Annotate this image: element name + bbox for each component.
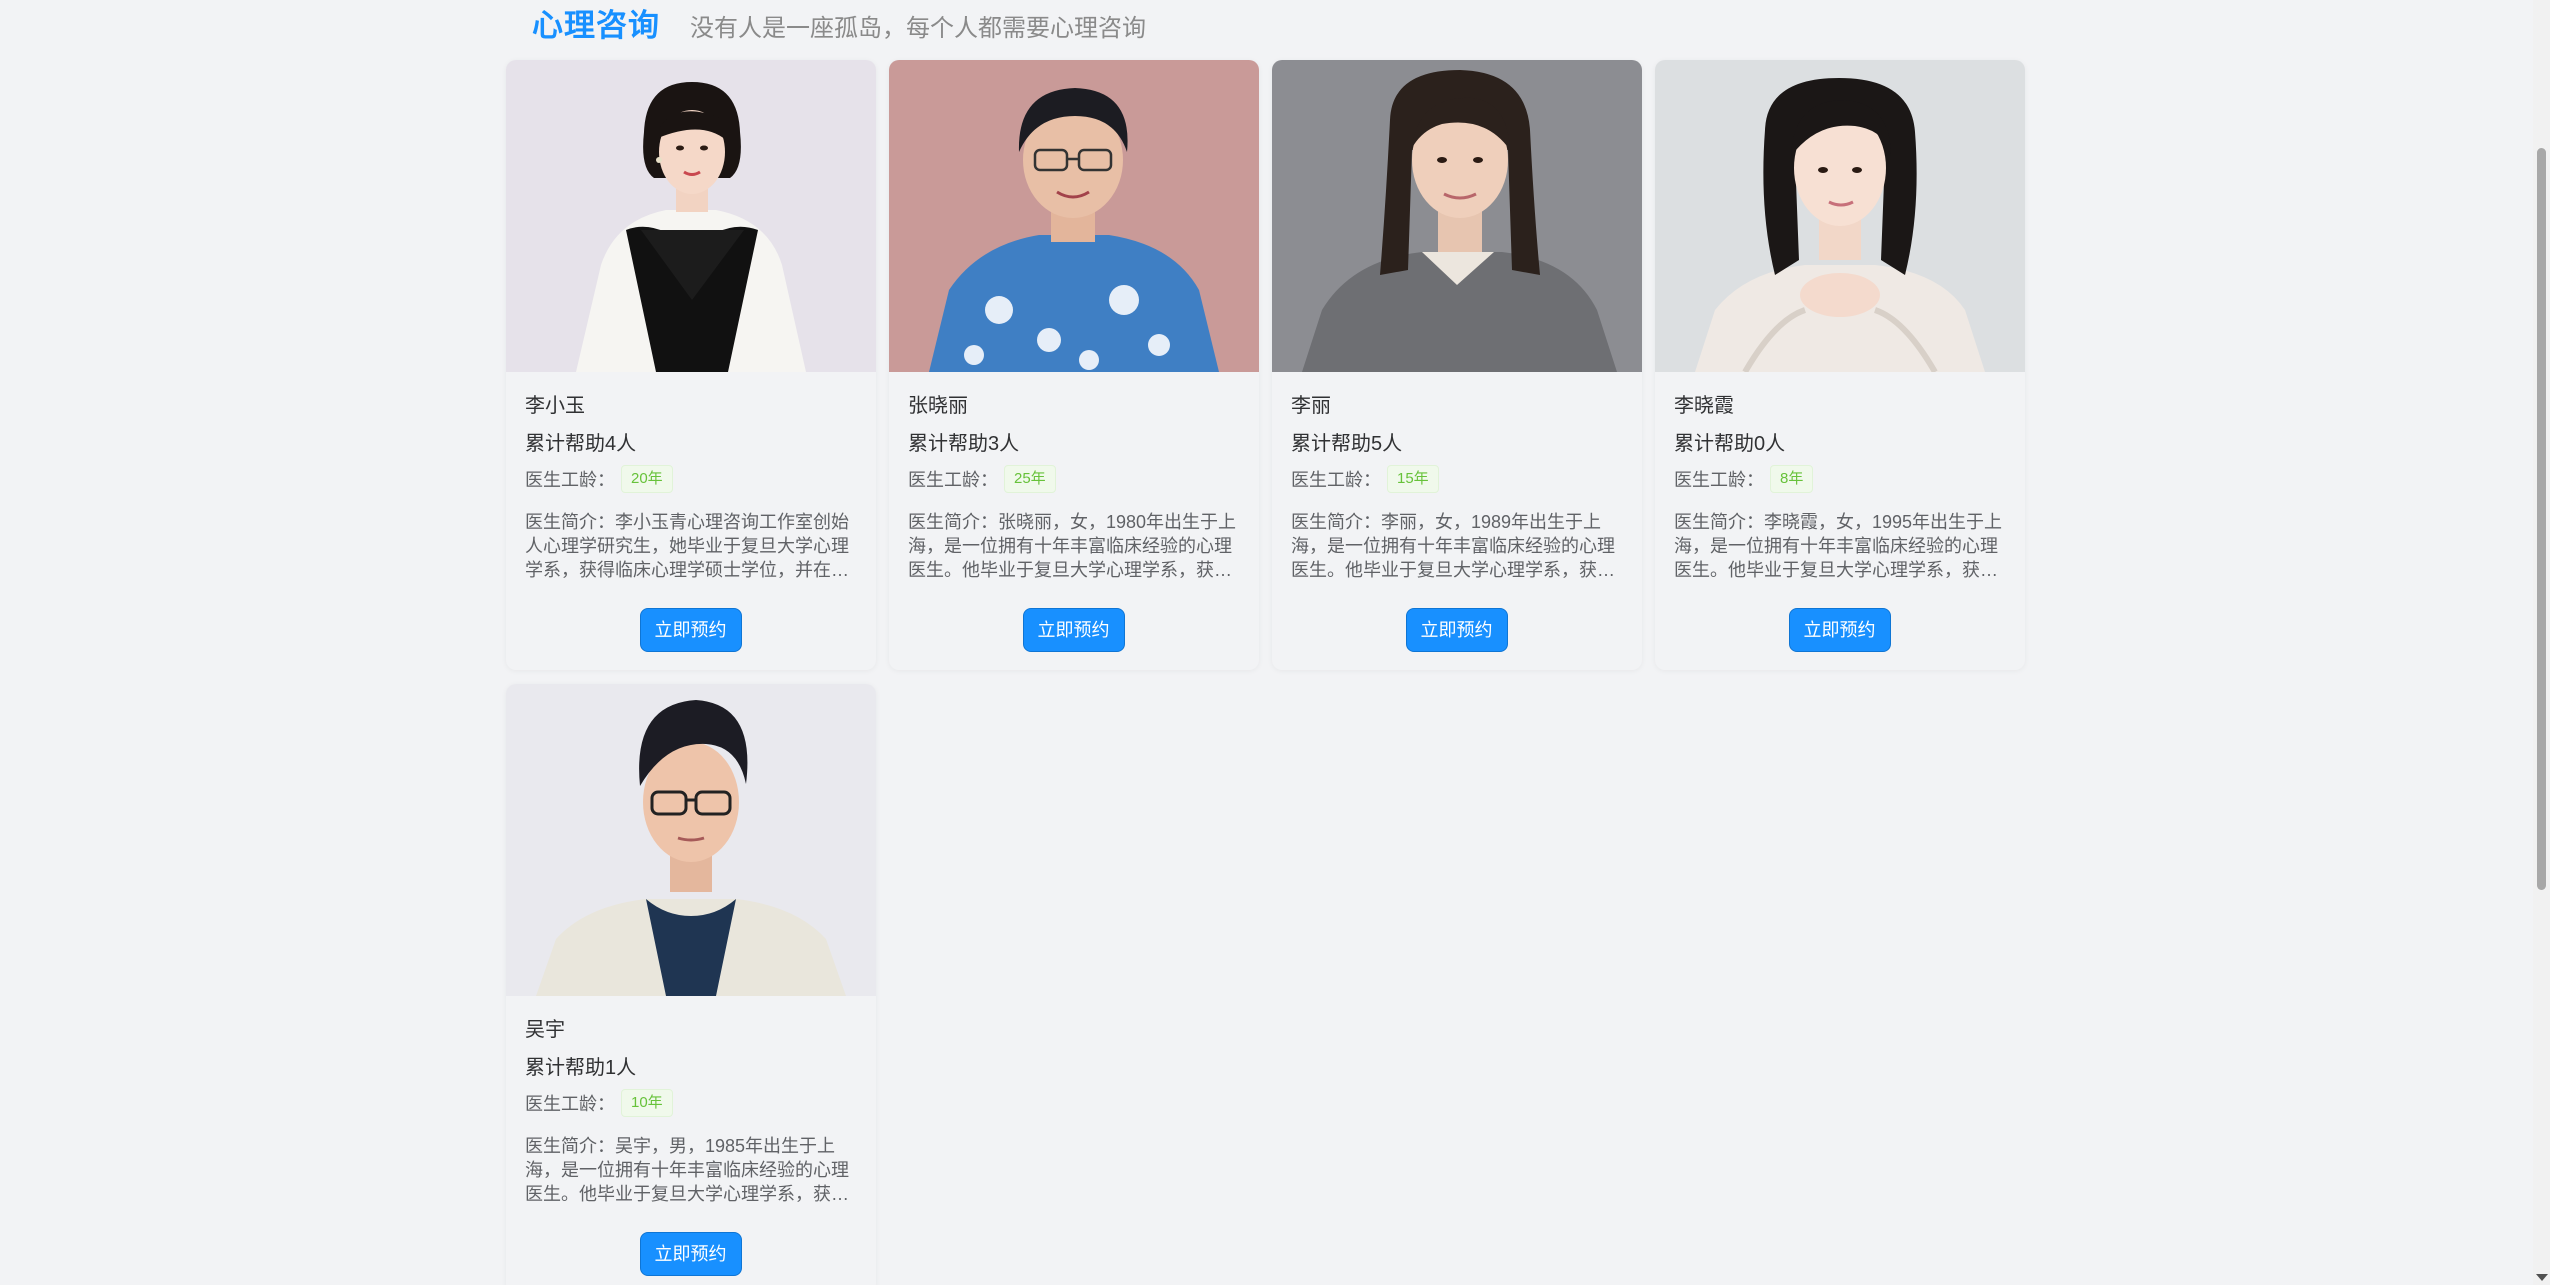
doctor-name: 张晓丽 (908, 395, 968, 417)
book-button[interactable]: 立即预约 (1788, 608, 1891, 652)
doctor-helped-count: 累计帮助3人 (908, 433, 1020, 455)
doctor-helped-count: 累计帮助5人 (1291, 433, 1403, 455)
doctor-photo (1272, 60, 1642, 372)
doctor-name: 李丽 (1291, 395, 1331, 417)
doctor-photo (506, 60, 876, 372)
doctor-helped-count: 累计帮助0人 (1674, 433, 1786, 455)
years-label: 医生工龄： (1674, 470, 1764, 490)
page-subtitle: 没有人是一座孤岛，每个人都需要心理咨询 (690, 15, 1146, 42)
doctor-card: 李晓霞 累计帮助0人 医生工龄： 8年 医生简介：李晓霞，女，1995年出生于上… (1655, 60, 2025, 670)
doctor-card: 张晓丽 累计帮助3人 医生工龄： 25年 医生简介：张晓丽，女，1980年出生于… (889, 60, 1259, 670)
years-tag: 10年 (621, 1089, 673, 1117)
doctor-years-row: 医生工龄： 20年 (525, 464, 856, 494)
years-label: 医生工龄： (525, 1094, 615, 1114)
scrollbar-thumb[interactable] (2537, 148, 2546, 890)
doctor-name: 吴宇 (525, 1019, 565, 1041)
doctor-name: 李晓霞 (1674, 395, 1734, 417)
doctor-years-row: 医生工龄： 8年 (1674, 464, 2005, 494)
years-label: 医生工龄： (908, 470, 998, 490)
years-tag: 20年 (621, 465, 673, 493)
doctor-card: 吴宇 累计帮助1人 医生工龄： 10年 医生简介：吴宇，男，1985年出生于上海… (506, 684, 876, 1285)
doctor-years-row: 医生工龄： 10年 (525, 1088, 856, 1118)
years-tag: 15年 (1387, 465, 1439, 493)
doctor-photo (506, 684, 876, 996)
years-label: 医生工龄： (525, 470, 615, 490)
doctor-helped-count: 累计帮助1人 (525, 1057, 637, 1079)
doctor-intro: 医生简介：李小玉青心理咨询工作室创始人心理学研究生，她毕业于复旦大学心理学系，获… (525, 512, 849, 580)
doctor-intro: 医生简介：李晓霞，女，1995年出生于上海，是一位拥有十年丰富临床经验的心理医生… (1674, 512, 2003, 580)
doctor-years-row: 医生工龄： 15年 (1291, 464, 1622, 494)
doctor-name: 李小玉 (525, 395, 585, 417)
vertical-scrollbar[interactable] (2533, 0, 2550, 1285)
doctor-photo (889, 60, 1259, 372)
years-label: 医生工龄： (1291, 470, 1381, 490)
doctor-card: 李小玉 累计帮助4人 医生工龄： 20年 医生简介：李小玉青心理咨询工作室创始人… (506, 60, 876, 670)
years-tag: 8年 (1770, 465, 1814, 493)
doctor-years-row: 医生工龄： 25年 (908, 464, 1239, 494)
page: 心理咨询 没有人是一座孤岛，每个人都需要心理咨询 李小玉 累计帮助4人 医生工龄… (0, 0, 2550, 1285)
doctor-photo (1655, 60, 2025, 372)
page-header: 心理咨询 没有人是一座孤岛，每个人都需要心理咨询 (532, 0, 1146, 43)
doctor-intro: 医生简介：吴宇，男，1985年出生于上海，是一位拥有十年丰富临床经验的心理医生。… (525, 1136, 849, 1204)
book-button[interactable]: 立即预约 (1405, 608, 1508, 652)
years-tag: 25年 (1004, 465, 1056, 493)
book-button[interactable]: 立即预约 (639, 1232, 742, 1276)
doctor-helped-count: 累计帮助4人 (525, 433, 637, 455)
scroll-down-arrow-icon[interactable] (2536, 1274, 2548, 1281)
page-title: 心理咨询 (532, 8, 660, 43)
book-button[interactable]: 立即预约 (639, 608, 742, 652)
doctor-intro: 医生简介：张晓丽，女，1980年出生于上海，是一位拥有十年丰富临床经验的心理医生… (908, 512, 1237, 580)
doctor-intro: 医生简介：李丽，女，1989年出生于上海，是一位拥有十年丰富临床经验的心理医生。… (1291, 512, 1615, 580)
doctor-card: 李丽 累计帮助5人 医生工龄： 15年 医生简介：李丽，女，1989年出生于上海… (1272, 60, 1642, 670)
book-button[interactable]: 立即预约 (1022, 608, 1125, 652)
